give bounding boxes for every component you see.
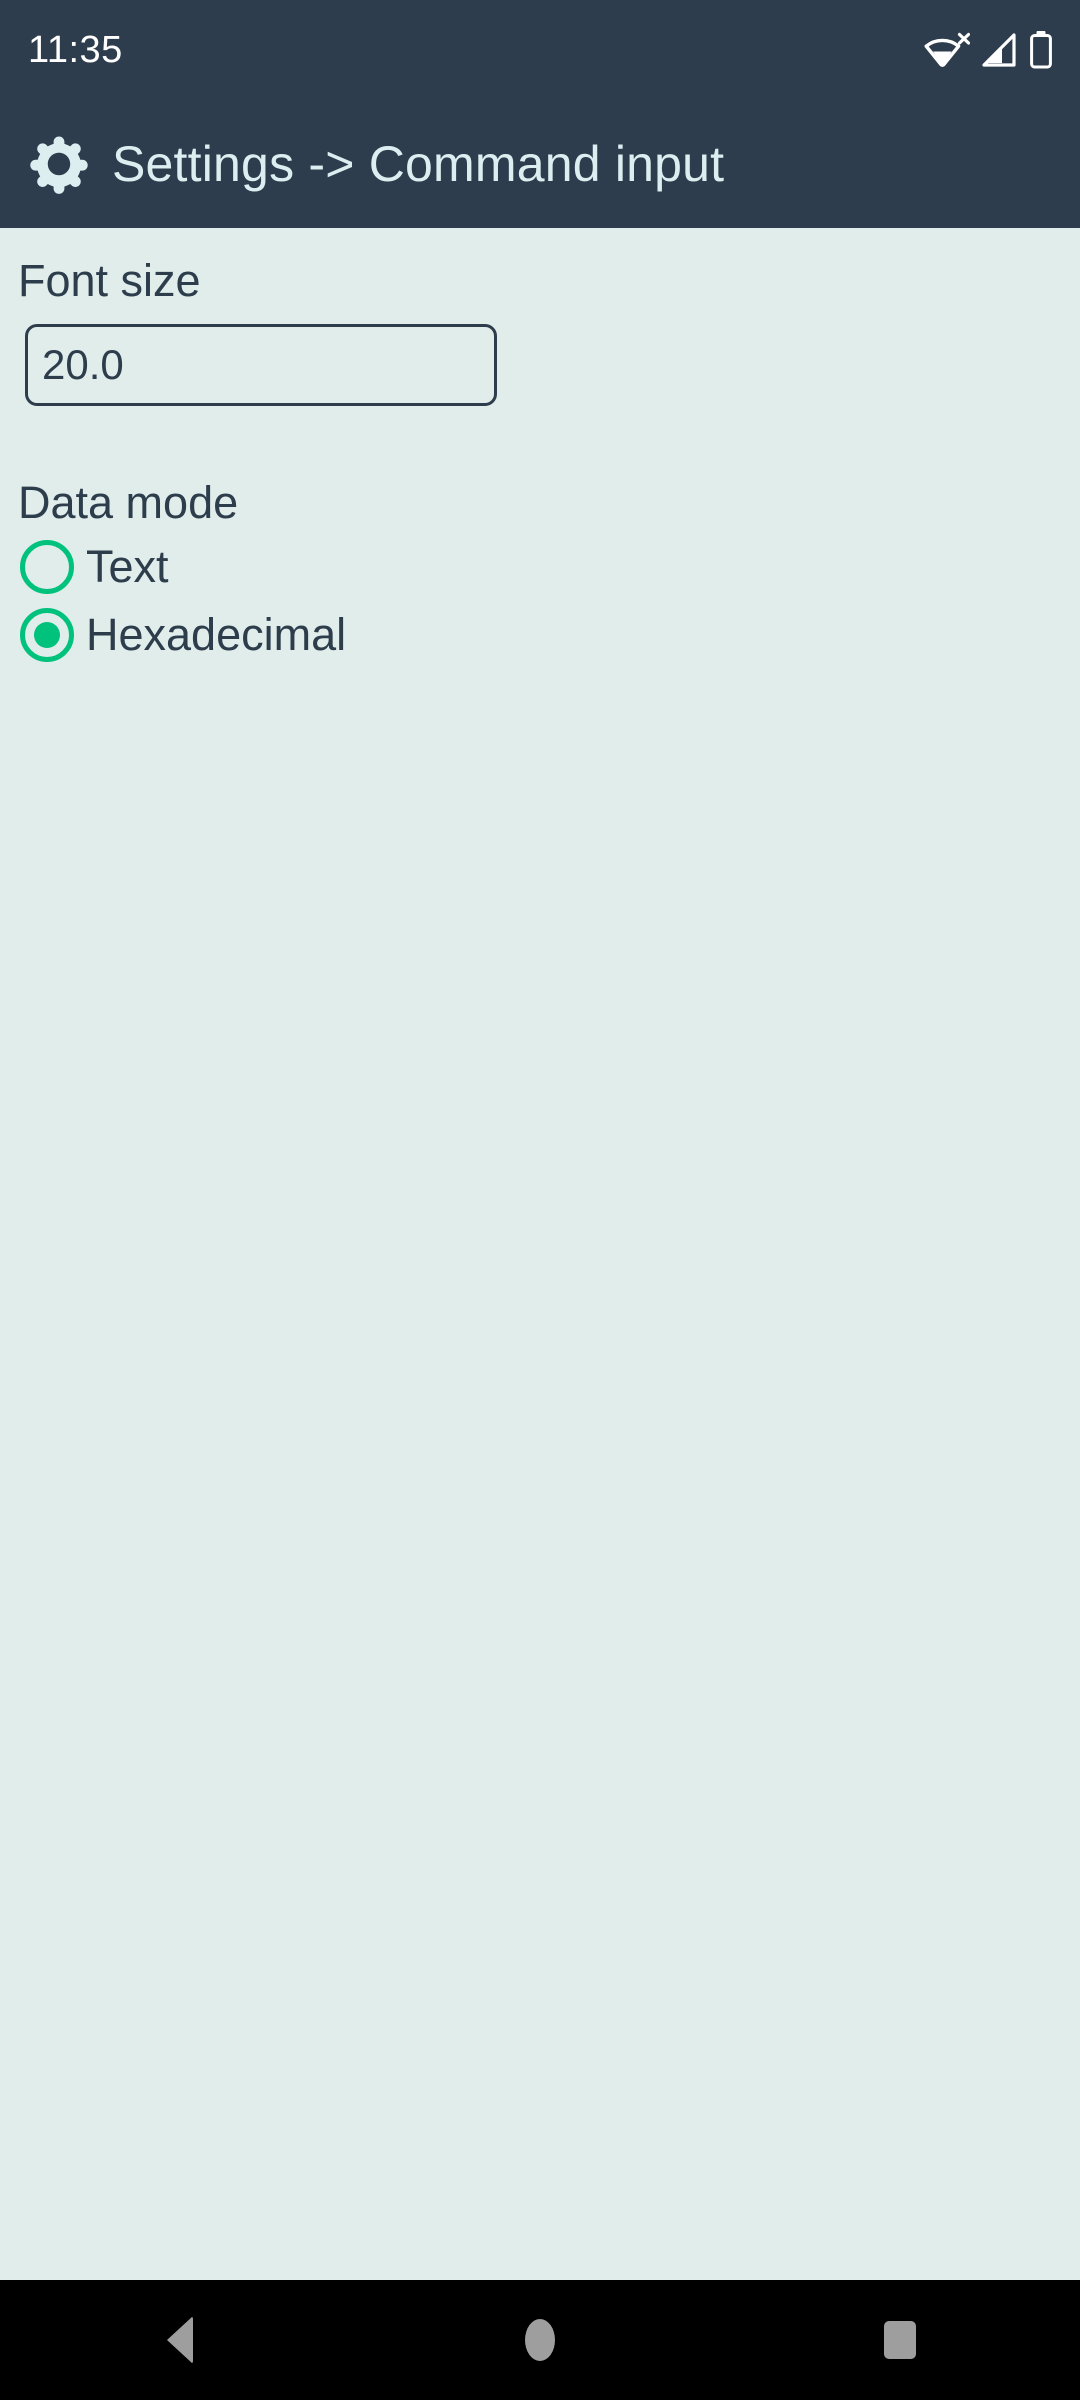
page-title: Settings -> Command input bbox=[112, 135, 725, 192]
gear-icon bbox=[28, 133, 90, 195]
font-size-input[interactable] bbox=[25, 323, 497, 406]
back-triangle-icon bbox=[167, 2316, 193, 2364]
cellular-signal-icon bbox=[980, 30, 1018, 70]
status-icon-tray bbox=[924, 29, 1054, 71]
radio-option-text-label: Text bbox=[86, 541, 169, 593]
font-size-label: Font size bbox=[18, 255, 201, 306]
radio-checked-icon[interactable] bbox=[20, 608, 74, 662]
home-circle-icon bbox=[525, 2319, 555, 2361]
phone-screen: 11:35 Settings -> Command input Font siz… bbox=[0, 0, 1080, 2400]
system-navigation-bar bbox=[0, 2280, 1080, 2400]
radio-unchecked-icon[interactable] bbox=[20, 540, 74, 594]
battery-icon bbox=[1028, 29, 1054, 71]
status-clock: 11:35 bbox=[28, 29, 123, 71]
radio-option-hexadecimal-label: Hexadecimal bbox=[86, 609, 347, 661]
recents-square-icon bbox=[884, 2321, 916, 2359]
wifi-no-internet-icon bbox=[924, 30, 970, 70]
nav-recents-button[interactable] bbox=[820, 2280, 980, 2400]
settings-content: Font size Data mode Text Hexadecimal bbox=[0, 228, 1080, 2280]
nav-back-button[interactable] bbox=[100, 2280, 260, 2400]
nav-home-button[interactable] bbox=[460, 2280, 620, 2400]
status-bar: 11:35 bbox=[0, 0, 1080, 100]
data-mode-radio-group: Text Hexadecimal bbox=[0, 533, 1080, 669]
radio-option-hexadecimal[interactable]: Hexadecimal bbox=[0, 601, 1080, 669]
radio-option-text[interactable]: Text bbox=[0, 533, 1080, 601]
app-bar: Settings -> Command input bbox=[0, 100, 1080, 228]
data-mode-label: Data mode bbox=[18, 476, 239, 528]
